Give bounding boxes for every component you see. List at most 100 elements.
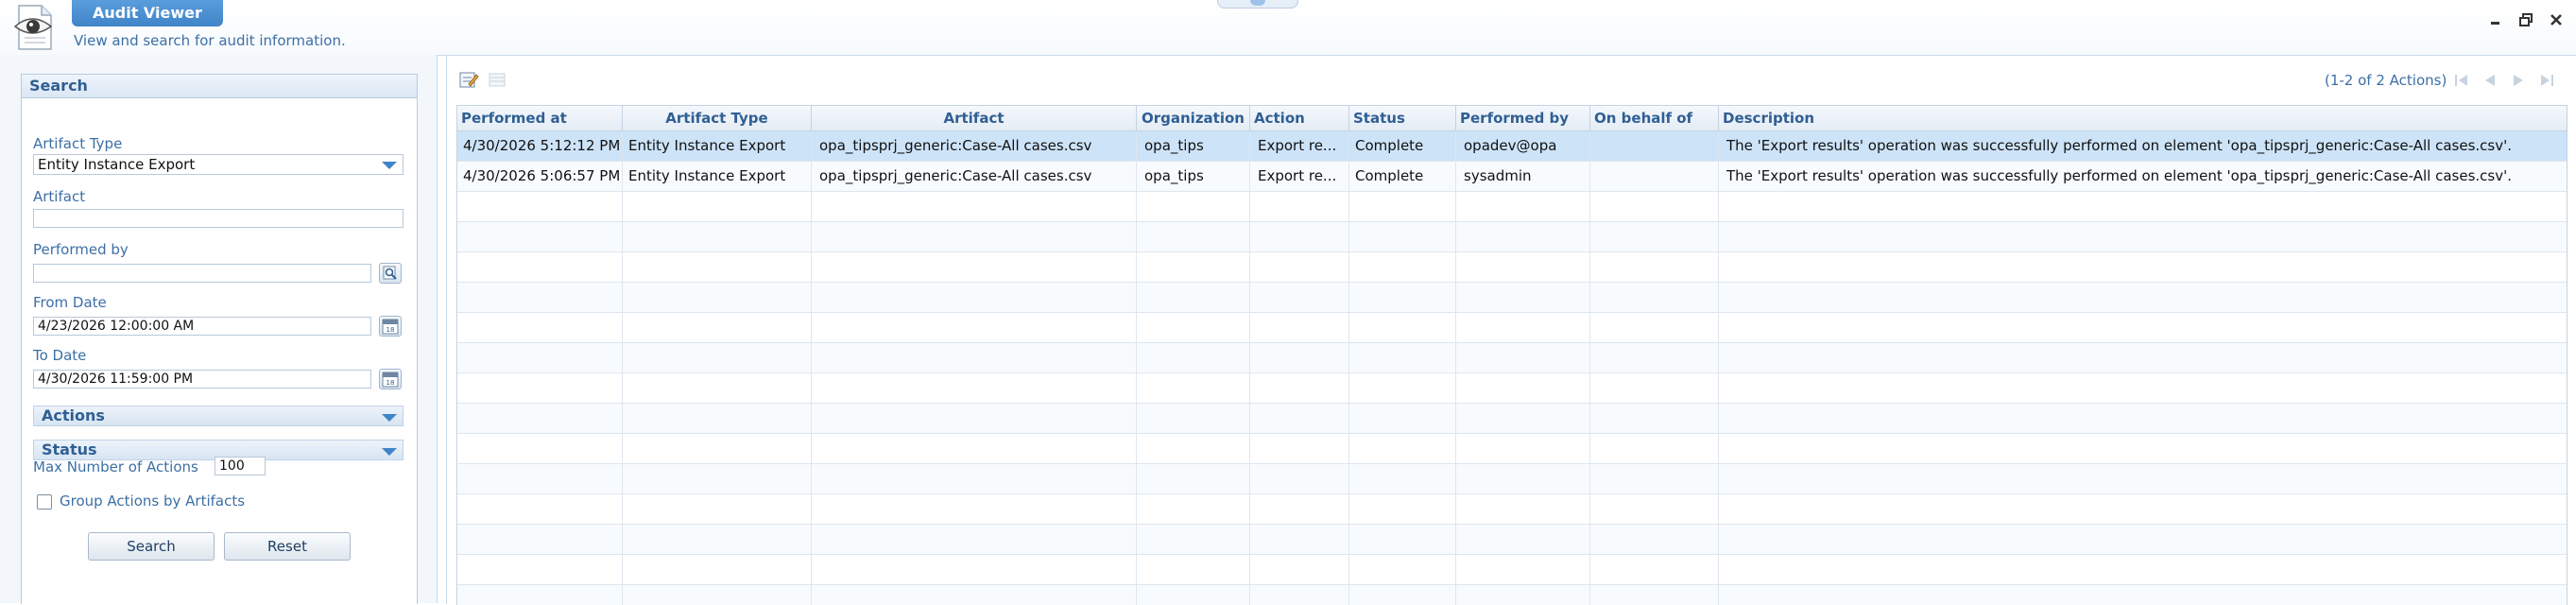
performed-by-input[interactable] (33, 264, 371, 283)
cell-performed-at (457, 343, 623, 372)
to-date-picker-button[interactable]: 18 (379, 369, 402, 389)
column-action[interactable]: Action (1250, 106, 1349, 130)
cell-artifact-type (623, 434, 812, 463)
cell-performed-by (1456, 252, 1590, 282)
from-date-picker-button[interactable]: 18 (379, 316, 402, 337)
empty-table-row (457, 252, 2567, 283)
cell-organization (1137, 252, 1250, 282)
cell-artifact-type (623, 313, 812, 342)
cell-description (1719, 343, 2567, 372)
column-performed-by[interactable]: Performed by (1456, 106, 1590, 130)
cell-status: Complete (1349, 162, 1456, 191)
last-page-icon[interactable] (2537, 72, 2556, 89)
column-organization[interactable]: Organization (1137, 106, 1250, 130)
eye-document-icon (13, 4, 55, 51)
cell-on-behalf-of (1590, 555, 1719, 584)
cell-organization (1137, 464, 1250, 493)
cell-performed-by (1456, 283, 1590, 312)
restore-icon[interactable] (2517, 11, 2534, 28)
cell-artifact-type (623, 343, 812, 372)
edit-view-icon[interactable] (458, 69, 479, 90)
cell-artifact-type (623, 222, 812, 251)
cell-action: Export re... (1250, 162, 1349, 191)
group-by-artifacts-checkbox[interactable] (37, 494, 52, 510)
cell-performed-by (1456, 404, 1590, 433)
max-actions-input[interactable] (215, 457, 266, 475)
cell-on-behalf-of (1590, 464, 1719, 493)
cell-artifact-type (623, 252, 812, 282)
cell-artifact (812, 222, 1137, 251)
search-button[interactable]: Search (88, 532, 215, 561)
to-date-input[interactable] (33, 370, 371, 389)
cell-organization (1137, 525, 1250, 554)
cell-organization (1137, 283, 1250, 312)
cell-organization (1137, 192, 1250, 221)
cell-artifact (812, 555, 1137, 584)
columns-icon[interactable] (487, 69, 507, 90)
from-date-input[interactable] (33, 317, 371, 336)
cell-status (1349, 525, 1456, 554)
artifact-type-select[interactable]: Entity Instance Export (33, 154, 404, 175)
cell-performed-at (457, 494, 623, 524)
cell-performed-at (457, 373, 623, 403)
empty-table-row (457, 555, 2567, 585)
svg-text:18: 18 (386, 326, 395, 334)
cell-performed-by (1456, 343, 1590, 372)
cell-performed-at (457, 192, 623, 221)
cell-action (1250, 343, 1349, 372)
user-search-button[interactable] (379, 263, 402, 284)
cell-artifact-type (623, 464, 812, 493)
prev-page-icon[interactable] (2481, 72, 2499, 89)
cell-organization (1137, 434, 1250, 463)
svg-text:18: 18 (386, 379, 395, 387)
cell-description (1719, 252, 2567, 282)
results-panel: (1-2 of 2 Actions) Performed at Artifact… (446, 55, 2575, 605)
column-artifact-type[interactable]: Artifact Type (623, 106, 812, 130)
cell-status (1349, 434, 1456, 463)
cell-artifact (812, 283, 1137, 312)
table-row[interactable]: 4/30/2026 5:06:57 PM Entity Instance Expo… (457, 162, 2567, 192)
cell-artifact-type (623, 192, 812, 221)
empty-table-row (457, 404, 2567, 434)
collapse-handle[interactable] (1217, 0, 1298, 9)
chevron-down-icon (382, 448, 397, 456)
table-row[interactable]: 4/30/2026 5:12:12 PM Entity Instance Expo… (457, 131, 2567, 162)
reset-button[interactable]: Reset (224, 532, 351, 561)
cell-action (1250, 525, 1349, 554)
cell-artifact (812, 252, 1137, 282)
cell-action (1250, 464, 1349, 493)
column-description[interactable]: Description (1719, 106, 2567, 130)
column-performed-at[interactable]: Performed at (457, 106, 623, 130)
cell-artifact (812, 404, 1137, 433)
cell-on-behalf-of (1590, 252, 1719, 282)
cell-artifact-type (623, 585, 812, 605)
column-artifact[interactable]: Artifact (812, 106, 1137, 130)
from-date-label: From Date (33, 294, 107, 311)
cell-on-behalf-of (1590, 373, 1719, 403)
column-on-behalf-of[interactable]: On behalf of (1590, 106, 1719, 130)
minimize-icon[interactable] (2487, 11, 2504, 28)
cell-status (1349, 404, 1456, 433)
empty-table-row (457, 585, 2567, 605)
column-status[interactable]: Status (1349, 106, 1456, 130)
cell-description (1719, 404, 2567, 433)
search-icon (383, 266, 397, 280)
actions-section-toggle[interactable]: Actions (33, 406, 404, 426)
cell-organization (1137, 494, 1250, 524)
cell-description: The 'Export results' operation was succe… (1726, 137, 2512, 154)
cell-performed-by (1456, 313, 1590, 342)
cell-on-behalf-of (1590, 404, 1719, 433)
cell-action (1250, 434, 1349, 463)
app-title: Audit Viewer (72, 0, 223, 26)
cell-artifact-type (623, 555, 812, 584)
cell-on-behalf-of (1590, 283, 1719, 312)
cell-artifact (812, 494, 1137, 524)
first-page-icon[interactable] (2452, 72, 2471, 89)
cell-performed-by (1456, 434, 1590, 463)
close-icon[interactable] (2548, 11, 2565, 28)
artifact-input[interactable] (33, 209, 404, 228)
next-page-icon[interactable] (2509, 72, 2528, 89)
cell-description (1719, 525, 2567, 554)
app-header: Audit Viewer View and search for audit i… (0, 0, 2576, 56)
cell-on-behalf-of (1590, 162, 1719, 191)
